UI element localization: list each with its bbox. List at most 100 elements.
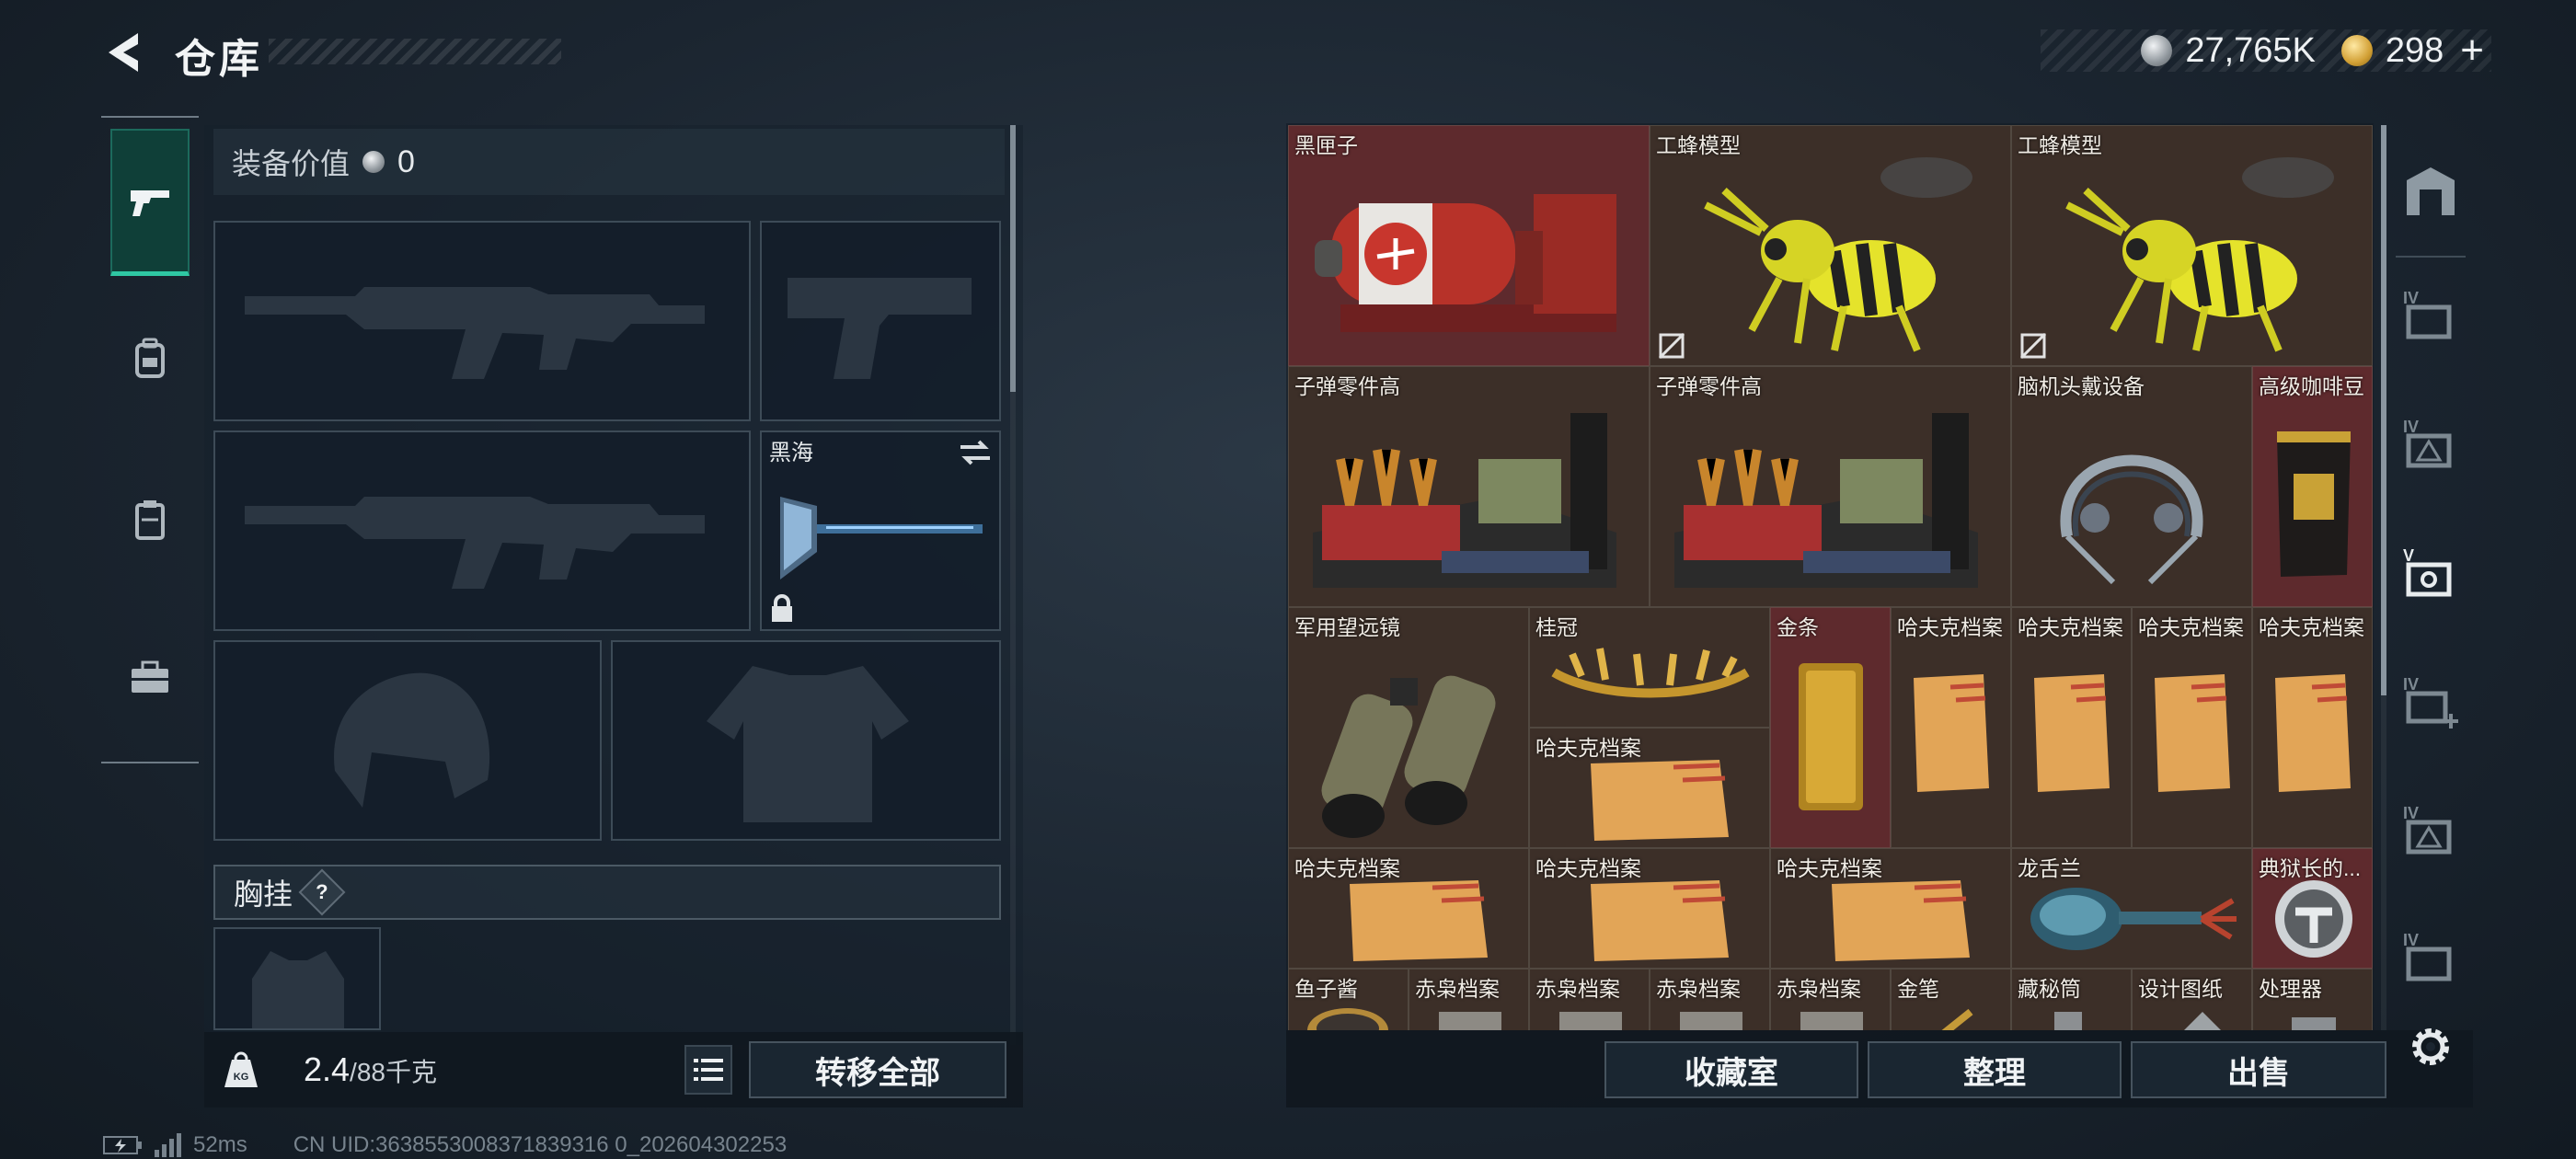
list-icon	[694, 1059, 723, 1081]
no-drop-icon	[1658, 332, 1685, 360]
help-icon[interactable]: ?	[298, 868, 346, 916]
title-decoration	[269, 39, 561, 64]
sell-button[interactable]: 出售	[2131, 1041, 2386, 1098]
body-armor-slot[interactable]	[611, 640, 1001, 841]
stash-item[interactable]: 军用望远镜	[1288, 607, 1529, 848]
stash-page-tab[interactable]: IV	[2401, 800, 2460, 859]
stash-page-4-warning-icon: IV	[2403, 418, 2452, 468]
stash-item[interactable]: 龙舌兰	[2011, 848, 2252, 969]
sidearm-slot[interactable]	[760, 221, 1001, 421]
stash-item[interactable]: 工蜂模型	[2011, 125, 2373, 366]
toolbox-icon	[132, 660, 168, 693]
transfer-all-button[interactable]: 转移全部	[749, 1041, 1006, 1098]
tab-toolbox[interactable]	[110, 603, 190, 751]
stash-item[interactable]: 鱼子酱	[1288, 969, 1409, 1030]
svg-text:IV: IV	[2403, 418, 2419, 436]
item-name: 军用望远镜	[1294, 615, 1400, 639]
stash-item[interactable]: 哈夫克档案	[2132, 607, 2252, 848]
military-binoculars-icon	[1321, 675, 1496, 838]
stash-item[interactable]: 子弹零件高	[1288, 366, 1650, 607]
list-view-button[interactable]	[684, 1045, 732, 1095]
stash-item[interactable]: 哈夫克档案	[2252, 607, 2373, 848]
stash-item[interactable]: 赤枭档案	[1650, 969, 1770, 1030]
stash-item[interactable]: 哈夫克档案	[1288, 848, 1529, 969]
tab-backpack[interactable]	[110, 285, 190, 432]
stash-item[interactable]: 高级咖啡豆	[2252, 366, 2373, 607]
helmet-slot[interactable]	[213, 640, 602, 841]
gold-coin-icon	[2340, 35, 2373, 66]
equipment-value-label: 装备价值	[232, 147, 351, 180]
stash-item[interactable]: 哈夫克档案	[1529, 728, 1770, 848]
stash-item[interactable]: 金笔	[1891, 969, 2011, 1030]
stash-item[interactable]: 哈夫克档案	[1529, 848, 1770, 969]
pistol-icon	[131, 189, 169, 216]
item-name: 子弹零件高	[1294, 374, 1400, 398]
caviar-tin-icon	[1307, 1008, 1388, 1030]
item-name: 金笔	[1897, 977, 1939, 1001]
melee-slot[interactable]: 黑海	[760, 430, 1001, 631]
tequila-bottle-icon	[2030, 888, 2237, 950]
add-currency-button[interactable]: +	[2460, 28, 2484, 74]
stash-page-tab[interactable]: IV	[2401, 671, 2460, 730]
stash-item[interactable]: 金条	[1770, 607, 1891, 848]
stash-item[interactable]: 脑机头戴设备	[2011, 366, 2252, 607]
stash-page-tab-active[interactable]: V	[2401, 543, 2460, 602]
stash-item[interactable]: 藏秘筒	[2011, 969, 2132, 1030]
stash-item[interactable]: 黑匣子	[1288, 125, 1650, 366]
stash-item[interactable]: 桂冠	[1529, 607, 1770, 728]
gold-bar-icon	[1799, 663, 1863, 810]
gold-currency-value: 298	[2385, 30, 2444, 70]
melee-item-name: 黑海	[769, 441, 813, 465]
stash-page-tab[interactable]: IV	[2401, 414, 2460, 473]
tab-weapons[interactable]	[110, 129, 190, 276]
sort-button[interactable]: 整理	[1868, 1041, 2122, 1098]
vault-tab[interactable]	[2401, 162, 2460, 221]
stash-page-tab[interactable]: IV	[2401, 285, 2460, 344]
haavk-document-icon	[1832, 880, 1970, 961]
item-name: 龙舌兰	[2018, 856, 2081, 880]
loadout-scrollbar-thumb[interactable]	[1010, 125, 1016, 392]
item-name: 哈夫克档案	[1897, 615, 2003, 639]
svg-text:IV: IV	[2403, 931, 2419, 949]
stash-scrollbar-thumb[interactable]	[2381, 125, 2386, 695]
stash-item[interactable]: 设计图纸	[2132, 969, 2252, 1030]
chest-rig-slot[interactable]	[213, 927, 381, 1030]
stash-item[interactable]: 哈夫克档案	[2011, 607, 2132, 848]
stash-item[interactable]: 子弹零件高	[1650, 366, 2011, 607]
stash-item[interactable]: 处理器	[2252, 969, 2373, 1030]
primary-weapon-slot[interactable]	[213, 221, 751, 421]
silver-coin-icon	[362, 151, 385, 173]
blueprint-icon	[2184, 1012, 2221, 1030]
svg-text:IV: IV	[2403, 289, 2419, 307]
svg-text:V: V	[2403, 546, 2414, 565]
tab-vest[interactable]	[110, 447, 190, 594]
secondary-weapon-slot[interactable]	[213, 430, 751, 631]
stash-item[interactable]: 哈夫克档案	[1770, 848, 2011, 969]
stash-page-5-icon: V	[2403, 546, 2452, 597]
stash-item[interactable]: 赤枭档案	[1770, 969, 1891, 1030]
item-name: 鱼子酱	[1294, 977, 1358, 1001]
stash-item[interactable]: 赤枭档案	[1529, 969, 1650, 1030]
chest-rig-label: 胸挂	[234, 878, 293, 911]
swap-icon[interactable]	[957, 438, 994, 467]
gear-icon[interactable]	[2405, 1021, 2456, 1073]
stash-item[interactable]: 工蜂模型	[1650, 125, 2011, 366]
helmet-silhouette-icon	[334, 672, 490, 808]
item-name: 哈夫克档案	[2259, 615, 2364, 639]
processor-icon	[2292, 1017, 2336, 1030]
ammo-parts-crate-icon	[1674, 413, 1978, 588]
pistol-silhouette-icon	[788, 278, 972, 379]
item-name: 哈夫克档案	[2018, 615, 2123, 639]
stash-item[interactable]: 典狱长的...	[2252, 848, 2373, 969]
red-owl-document-icon	[1800, 1012, 1863, 1030]
stash-item[interactable]: 赤枭档案	[1409, 969, 1529, 1030]
stash-item[interactable]: 哈夫克档案	[1891, 607, 2011, 848]
stash-page-tab[interactable]: IV	[2401, 927, 2460, 986]
rail-divider	[101, 116, 199, 118]
haavk-document-icon	[1914, 674, 1989, 792]
svg-text:IV: IV	[2403, 804, 2419, 822]
collection-room-button[interactable]: 收藏室	[1604, 1041, 1858, 1098]
black-box-icon	[1315, 194, 1616, 332]
back-button[interactable]	[101, 28, 151, 77]
signal-strength-icon	[155, 1133, 181, 1157]
